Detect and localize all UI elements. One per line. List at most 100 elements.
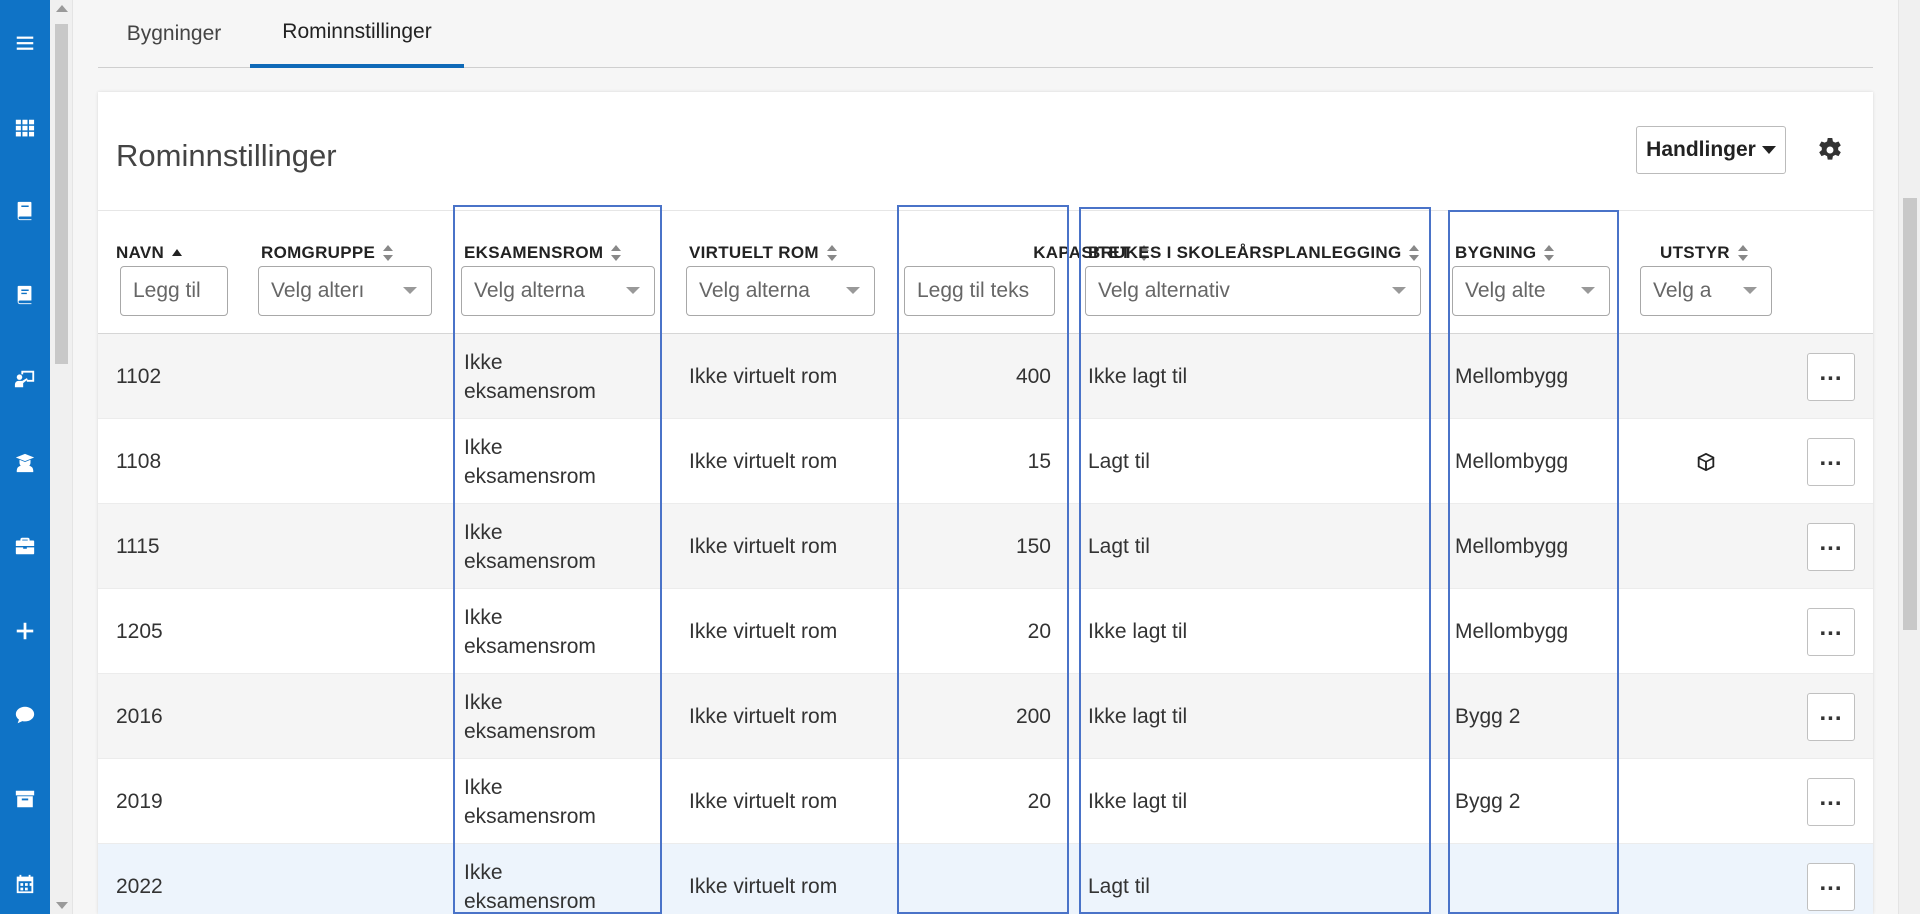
kapasitet-filter-field[interactable] <box>917 279 1042 303</box>
book-alt-icon[interactable] <box>0 277 50 313</box>
cell-bygning: Mellombygg <box>1455 620 1569 643</box>
scroll-up-arrow-icon[interactable] <box>56 5 68 12</box>
graduate-icon[interactable] <box>0 445 50 481</box>
more-dots-icon: ... <box>1819 614 1843 641</box>
archive-icon[interactable] <box>0 781 50 817</box>
more-dots-icon: ... <box>1819 784 1843 811</box>
scrollbar-thumb[interactable] <box>55 24 68 364</box>
cell-navn: 1108 <box>116 450 162 473</box>
row-more-button[interactable]: ... <box>1807 863 1855 911</box>
bygning-filter-select[interactable]: Velg alte <box>1452 266 1610 316</box>
caret-down-icon <box>1761 146 1776 154</box>
scroll-down-arrow-icon[interactable] <box>56 902 68 909</box>
cell-eksamensrom-line: eksamensrom <box>464 719 596 743</box>
eksamensrom-filter-select[interactable]: Velg alterna <box>461 266 655 316</box>
table-row[interactable]: 1102 Ikke eksamensrom Ikke virtuelt rom 400 I… <box>98 334 1873 419</box>
cell-eksamensrom: Ikke eksamensrom <box>464 589 596 674</box>
cell-virtuelt-rom: Ikke virtuelt rom <box>689 365 838 388</box>
cell-bygning: Mellombygg <box>1455 535 1569 558</box>
plus-icon[interactable] <box>0 613 50 649</box>
row-more-button[interactable]: ... <box>1807 353 1855 401</box>
cell-eksamensrom-line: Ikke <box>464 690 503 714</box>
sort-icon[interactable] <box>611 244 622 262</box>
content-scrollbar-thumb[interactable] <box>1903 198 1917 630</box>
cell-navn: 1115 <box>116 535 160 558</box>
column-label: BRUKES I SKOLEÅRSPLANLEGGING <box>1088 243 1402 262</box>
row-more-button[interactable]: ... <box>1807 438 1855 486</box>
table-body: 1102 Ikke eksamensrom Ikke virtuelt rom 400 I… <box>98 334 1873 914</box>
cell-bygning: Bygg 2 <box>1455 790 1521 813</box>
briefcase-icon[interactable] <box>0 528 50 564</box>
cell-eksamensrom-line: eksamensrom <box>464 464 596 488</box>
gear-icon[interactable] <box>1814 134 1846 166</box>
page-scrollbar[interactable] <box>50 0 73 914</box>
navn-filter-field[interactable] <box>133 279 215 303</box>
utstyr-filter-select[interactable]: Velg a <box>1640 266 1772 316</box>
book-icon[interactable] <box>0 193 50 229</box>
tab-bygninger[interactable]: Bygninger <box>98 0 250 68</box>
cell-brukes: Ikke lagt til <box>1088 365 1188 388</box>
romgruppe-filter-select[interactable]: Velg alterı <box>258 266 432 316</box>
table-row[interactable]: 2022 Ikke eksamensrom Ikke virtuelt rom Lagt… <box>98 844 1873 914</box>
sort-icon[interactable] <box>1737 244 1748 262</box>
cell-bygning: Mellombygg <box>1455 450 1569 473</box>
teacher-board-icon[interactable] <box>0 361 50 397</box>
table-row[interactable]: 2016 Ikke eksamensrom Ikke virtuelt rom 200 I… <box>98 674 1873 759</box>
calendar-icon[interactable] <box>0 866 50 902</box>
row-more-button[interactable]: ... <box>1807 523 1855 571</box>
sort-ascending-icon[interactable] <box>172 244 183 262</box>
cell-eksamensrom: Ikke eksamensrom <box>464 759 596 844</box>
row-more-button[interactable]: ... <box>1807 778 1855 826</box>
actions-button[interactable]: Handlinger <box>1636 126 1786 174</box>
cell-eksamensrom-line: eksamensrom <box>464 804 596 828</box>
column-label: EKSAMENSROM <box>464 243 604 262</box>
cell-brukes: Lagt til <box>1088 875 1150 898</box>
tab-bar: Bygninger Rominnstillinger <box>98 0 1873 68</box>
tab-rominnstillinger[interactable]: Rominnstillinger <box>250 0 464 68</box>
menu-icon[interactable] <box>0 25 50 61</box>
virtuelt-rom-filter-select[interactable]: Velg alterna <box>686 266 875 316</box>
cell-eksamensrom: Ikke eksamensrom <box>464 844 596 914</box>
cell-eksamensrom-line: eksamensrom <box>464 889 596 913</box>
navn-filter-input[interactable] <box>120 266 228 316</box>
cell-kapasitet: 150 <box>1015 535 1051 558</box>
table-row[interactable]: 1115 Ikke eksamensrom Ikke virtuelt rom 150 L… <box>98 504 1873 589</box>
room-settings-card: Rominnstillinger Handlinger NAVN ROMGRUP… <box>98 92 1873 914</box>
cell-eksamensrom-line: eksamensrom <box>464 379 596 403</box>
sort-icon[interactable] <box>1544 244 1555 262</box>
sort-icon[interactable] <box>1409 244 1420 262</box>
table-row[interactable]: 1205 Ikke eksamensrom Ikke virtuelt rom 20 Ik… <box>98 589 1873 674</box>
cell-kapasitet: 20 <box>1027 620 1051 643</box>
side-nav-rail <box>0 0 50 914</box>
cell-virtuelt-rom: Ikke virtuelt rom <box>689 790 838 813</box>
filter-placeholder: Velg alternativ <box>1098 279 1230 302</box>
cell-utstyr <box>1640 419 1772 504</box>
cell-eksamensrom: Ikke eksamensrom <box>464 504 596 589</box>
filter-placeholder: Velg alte <box>1465 279 1546 302</box>
sort-icon[interactable] <box>826 244 837 262</box>
table-row[interactable]: 2019 Ikke eksamensrom Ikke virtuelt rom 20 Ik… <box>98 759 1873 844</box>
cell-bygning: Mellombygg <box>1455 365 1569 388</box>
cell-eksamensrom-line: Ikke <box>464 435 503 459</box>
cell-brukes: Lagt til <box>1088 450 1150 473</box>
filter-placeholder: Velg alterı <box>271 279 365 302</box>
dropdown-arrow-icon <box>846 287 860 294</box>
cell-eksamensrom: Ikke eksamensrom <box>464 334 596 419</box>
apps-grid-icon[interactable] <box>0 110 50 146</box>
chat-icon[interactable] <box>0 697 50 733</box>
cell-virtuelt-rom: Ikke virtuelt rom <box>689 875 838 898</box>
brukes-filter-select[interactable]: Velg alternativ <box>1085 266 1421 316</box>
actions-button-label: Handlinger <box>1646 138 1756 161</box>
cube-icon <box>1697 452 1715 471</box>
cell-kapasitet <box>898 844 1051 914</box>
table-row[interactable]: 1108 Ikke eksamensrom Ikke virtuelt rom 15 La… <box>98 419 1873 504</box>
dropdown-arrow-icon <box>403 287 417 294</box>
cell-navn: 2019 <box>116 790 163 813</box>
row-more-button[interactable]: ... <box>1807 693 1855 741</box>
sort-icon[interactable] <box>383 244 394 262</box>
cell-kapasitet: 20 <box>1027 790 1051 813</box>
row-more-button[interactable]: ... <box>1807 608 1855 656</box>
content-scrollbar[interactable] <box>1898 0 1920 914</box>
column-label: ROMGRUPPE <box>261 243 376 262</box>
kapasitet-filter-input[interactable] <box>904 266 1055 316</box>
